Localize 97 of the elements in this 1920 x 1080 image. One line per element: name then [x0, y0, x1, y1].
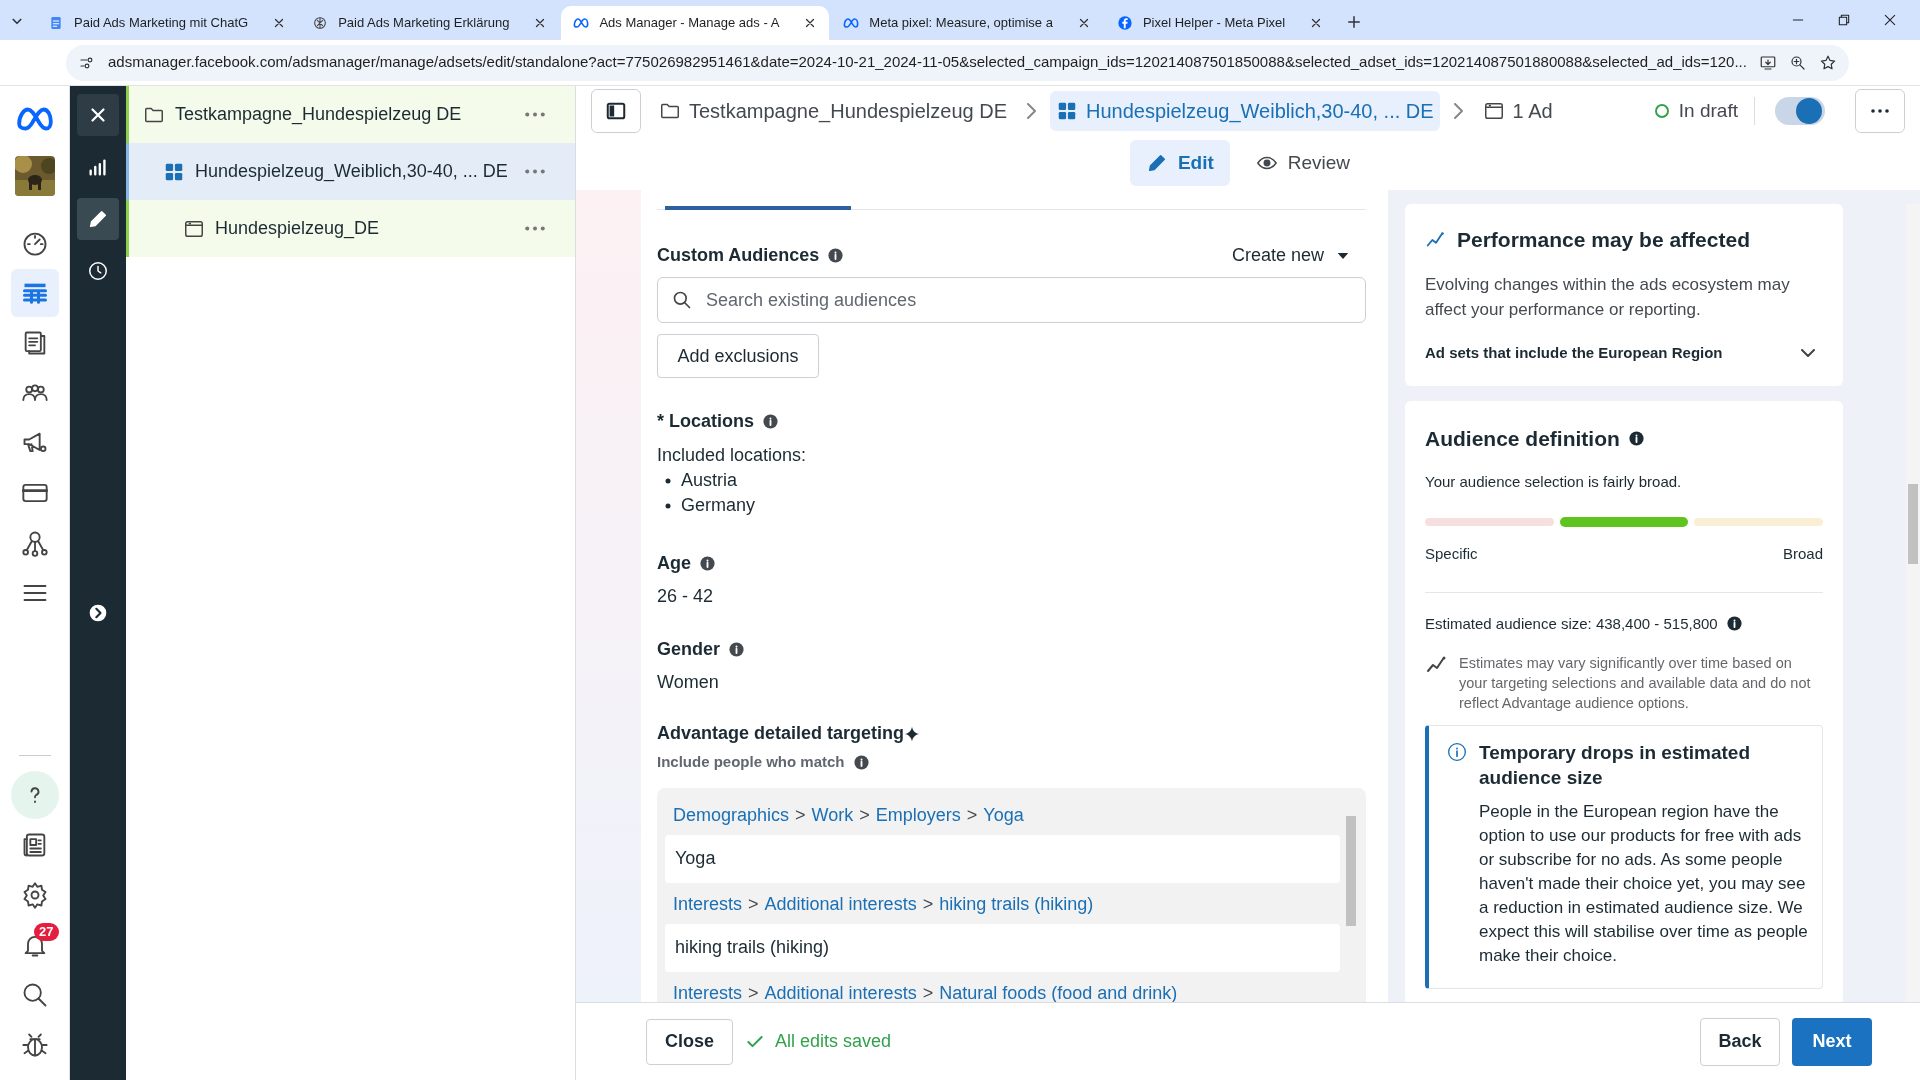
breadcrumb[interactable]: 1 Ad — [1476, 91, 1559, 131]
browser-tab[interactable]: Paid Ads Marketing Erklärung — [300, 6, 560, 40]
tool-button[interactable] — [77, 198, 119, 240]
bullet-icon — [665, 502, 671, 509]
info-icon — [699, 555, 716, 572]
targeting-item: Yoga — [665, 834, 1340, 883]
notice-title: Temporary drops in estimated audience size — [1479, 741, 1751, 790]
audience-size-text: Estimated audience size: 438,400 - 515,800 — [1425, 613, 1718, 634]
expander[interactable]: Ad sets that include the European Region — [1425, 341, 1823, 364]
card-title: Audience definition — [1425, 426, 1620, 452]
more-icon[interactable] — [525, 112, 545, 117]
search-field[interactable]: Search existing audiences — [657, 277, 1366, 323]
meter-label: Specific — [1425, 544, 1478, 564]
bar-chart-icon — [87, 156, 109, 178]
status-label: In draft — [1652, 96, 1755, 126]
breadcrumb[interactable]: Hundespielzeug_Weiblich,30-40, ... DE — [1050, 91, 1440, 131]
f-logo-icon — [1116, 15, 1133, 31]
tool-button[interactable] — [77, 94, 119, 136]
browser-tab[interactable]: Meta pixel: Measure, optimise a — [831, 6, 1103, 40]
bookmark-star-icon[interactable] — [1818, 53, 1837, 72]
ad-frame-icon — [1482, 100, 1505, 122]
notification-badge: 27 — [34, 923, 59, 941]
category-path: Demographics > Work > Employers > Yoga — [673, 803, 1025, 827]
gender-value: Women — [657, 671, 720, 694]
more-icon — [1871, 109, 1889, 113]
pencil-icon — [87, 208, 109, 230]
card-title: Performance may be affected — [1457, 227, 1750, 253]
more-icon[interactable] — [525, 226, 545, 231]
rail-item[interactable] — [10, 269, 59, 317]
info-icon — [762, 413, 779, 430]
info-icon — [852, 753, 870, 771]
browser-tab[interactable]: Paid Ads Marketing mit ChatG — [36, 6, 299, 40]
more-icon[interactable] — [525, 169, 545, 174]
location-item: Germany — [681, 494, 756, 517]
breadcrumb[interactable]: Testkampagne_Hundespielzeug DE — [653, 91, 1013, 131]
card-text: Your audience selection is fairly broad. — [1425, 471, 1683, 492]
location-item: Austria — [681, 469, 738, 492]
info-outline-icon — [1447, 742, 1467, 762]
add-exclusions-button[interactable]: Add exclusions — [657, 334, 819, 378]
create-new-dropdown[interactable]: Create new — [1231, 242, 1366, 269]
address-bar[interactable]: adsmanager.facebook.com/adsmanager/manage/adsets/edit/standalone?act=775026982951461&date=2024-10-21_2024-11-05&selected_campaign_ids=120214087501850088&selected_adset_ids=120214087501880088&selected_ad_ids=120... — [66, 44, 1849, 81]
tree-item[interactable]: Testkampagne_Hundespielzeug DE — [126, 86, 575, 143]
included-locations-label: Included locations: — [657, 444, 808, 467]
targeting-item: hiking trails (hiking) — [665, 923, 1340, 972]
rail-item[interactable]: 27 — [10, 921, 59, 969]
scrollbar-thumb[interactable] — [1908, 484, 1918, 564]
search-icon — [672, 290, 692, 310]
field-label: * Locations — [657, 410, 754, 433]
bug-icon — [20, 1031, 49, 1059]
chevron-right-icon — [1027, 103, 1036, 119]
info-icon — [827, 247, 845, 264]
restore-icon[interactable] — [1836, 12, 1852, 28]
tree-item[interactable]: Hundespielzeug_Weiblich,30-40, ... DE — [126, 143, 575, 200]
sidebar-icon — [605, 100, 627, 122]
bullet-icon — [665, 477, 671, 484]
info-icon — [1627, 430, 1645, 448]
saved-status: All edits saved — [745, 1028, 892, 1055]
knot-icon — [312, 15, 329, 31]
info-icon — [728, 641, 746, 658]
close-button[interactable]: Close — [646, 1018, 734, 1065]
sparkle-icon — [904, 725, 921, 742]
scrollbar-thumb[interactable] — [1346, 815, 1356, 926]
clock-icon — [87, 260, 109, 282]
field-hint: Include people who match — [657, 752, 845, 772]
install-icon[interactable] — [1758, 53, 1777, 72]
browser-tab[interactable]: Ads Manager - Manage ads - A — [561, 6, 830, 40]
zoom-icon[interactable] — [1788, 53, 1807, 72]
grid-icon — [1056, 100, 1078, 122]
back-button[interactable]: Back — [1700, 1017, 1780, 1066]
toggle-switch[interactable] — [1775, 97, 1825, 125]
infinity-icon — [573, 15, 590, 31]
notice-text: People in the European region have the option to use our products for free with ads or subscribe for no ads. As some people haven't made their choice yet, you may see a reduction in estimated audience size. We expect this will stabilise over time as people make their choice. — [1478, 801, 1809, 967]
card-text: Evolving changes within the ads ecosystem may affect your performance or reporting. — [1425, 273, 1791, 321]
field-label: Age — [657, 552, 691, 575]
panel-toggle-button[interactable] — [591, 89, 641, 133]
tree-item[interactable]: Hundespielzeug_DE — [126, 200, 575, 257]
field-label: Custom Audiences — [657, 244, 820, 267]
meter-label: Broad — [1782, 544, 1823, 564]
field-label: Advantage detailed targeting — [657, 722, 905, 745]
document-icon — [48, 15, 64, 31]
field-label: Gender — [657, 638, 721, 661]
age-value: 26 - 42 — [657, 585, 715, 608]
category-path: Interests > Additional interests > Natural foods (food and drink) — [673, 981, 1179, 1002]
note-text: Estimates may vary significantly over time based on your targeting selections and available data and do not reflect Advantage audience options. — [1459, 654, 1812, 713]
status-circle-icon — [1652, 102, 1671, 120]
chevron-right-circle-icon — [88, 603, 108, 623]
info-icon — [1725, 615, 1743, 633]
network-icon — [20, 529, 49, 557]
chevron-down-icon — [1801, 348, 1815, 357]
browser-tab[interactable]: Pixel Helper - Meta Pixel — [1104, 6, 1336, 40]
next-button[interactable]: Next — [1792, 1017, 1872, 1066]
mode-tab[interactable]: Edit — [1129, 140, 1230, 186]
infinity-icon — [843, 15, 860, 31]
category-path: Interests > Additional interests > hiking trails (hiking) — [673, 892, 1095, 916]
mode-tab[interactable]: Review — [1239, 140, 1367, 186]
close-icon[interactable] — [1882, 12, 1898, 28]
chevron-right-icon — [1453, 103, 1463, 119]
